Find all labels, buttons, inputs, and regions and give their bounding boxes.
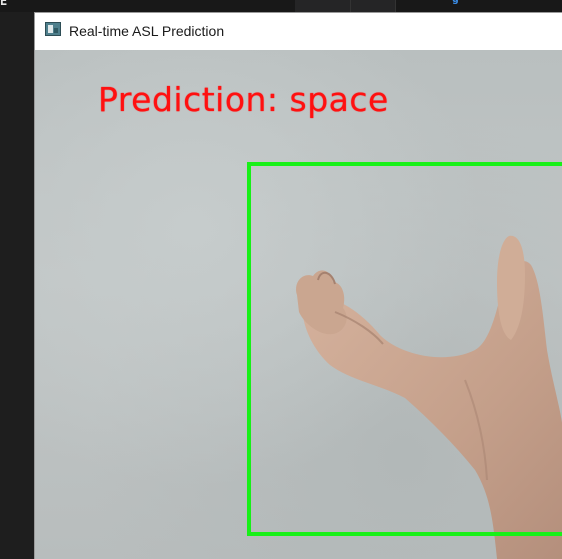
window-title: Real-time ASL Prediction: [69, 23, 225, 39]
editor-partial-text: g: [452, 0, 459, 5]
editor-topbar: [0, 0, 562, 12]
roi-bounding-box: [247, 162, 562, 536]
editor-tab[interactable]: [351, 0, 396, 12]
video-frame: Prediction: space: [35, 50, 562, 559]
editor-partial-text: E: [0, 0, 8, 8]
window-titlebar[interactable]: Real-time ASL Prediction: [35, 13, 562, 50]
prediction-label: Prediction: space: [98, 80, 389, 119]
prediction-window[interactable]: Real-time ASL Prediction Prediction: spa…: [34, 12, 562, 559]
editor-tab[interactable]: [295, 0, 351, 12]
app-window-icon[interactable]: [45, 22, 61, 36]
